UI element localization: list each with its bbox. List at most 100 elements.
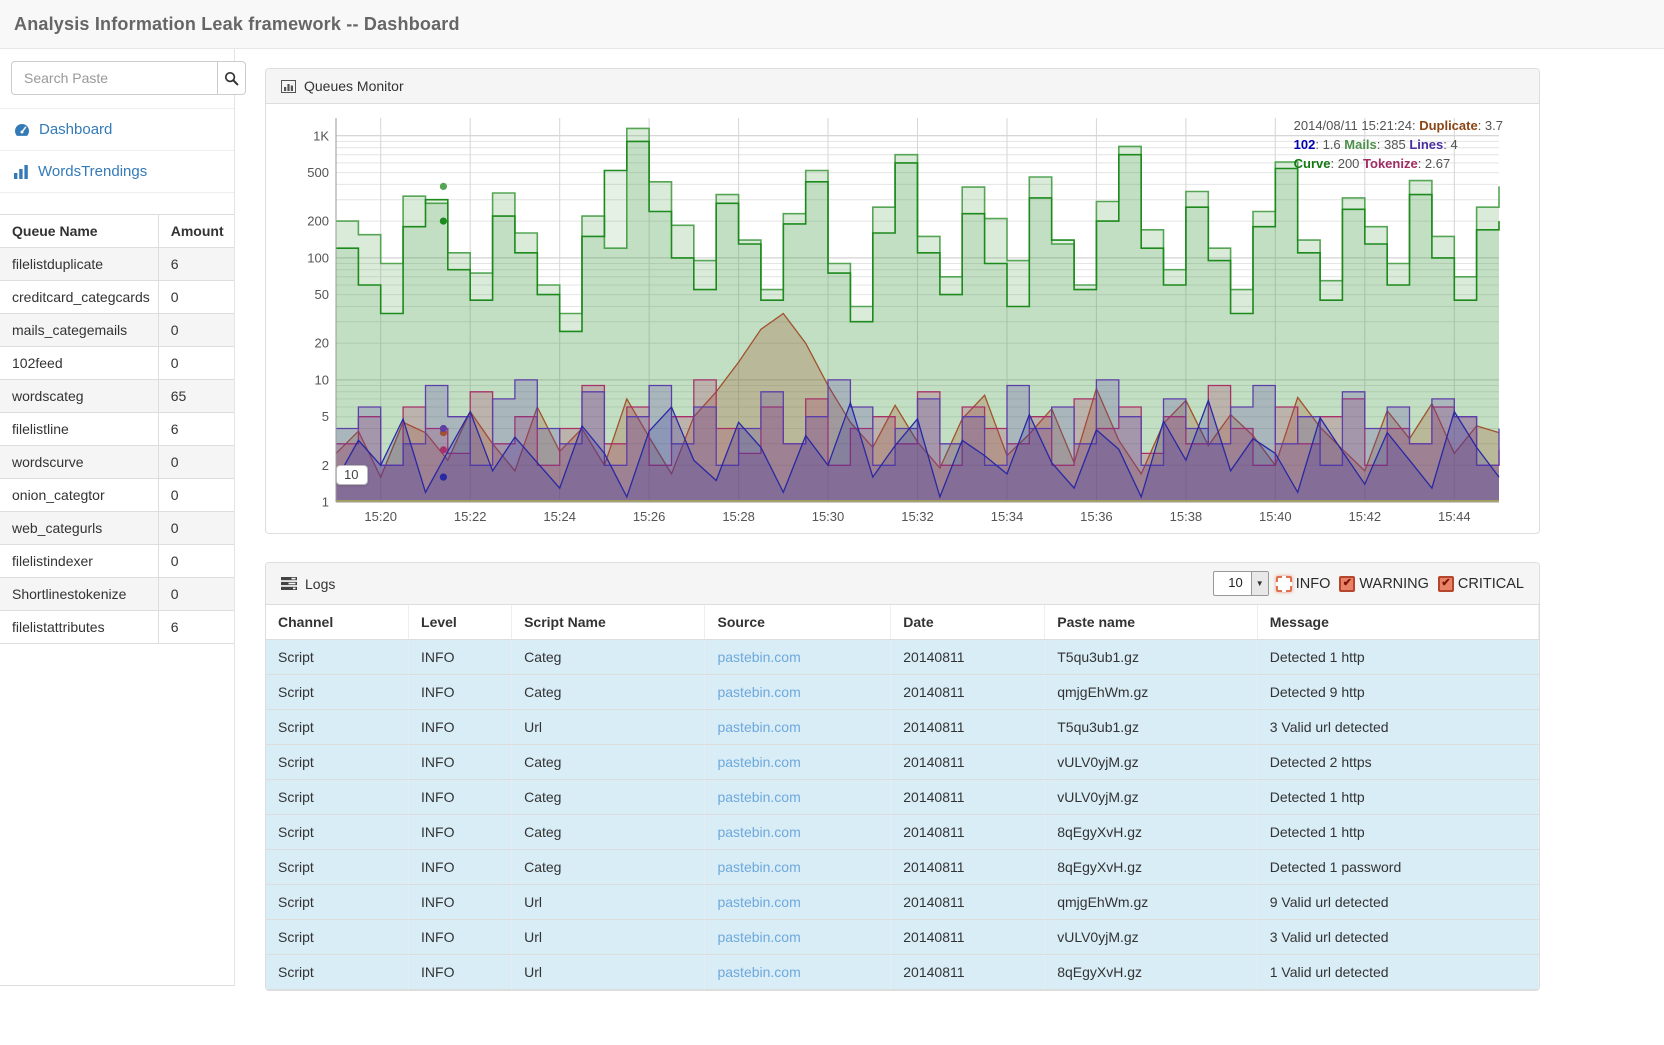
log-cell: 20140811 xyxy=(891,920,1045,955)
log-cell: 20140811 xyxy=(891,955,1045,990)
legend-segment: : 1.6 xyxy=(1315,137,1344,152)
log-cell: INFO xyxy=(409,640,512,675)
svg-text:15:22: 15:22 xyxy=(454,509,487,524)
queue-row: wordscateg65 xyxy=(0,380,234,413)
queues-monitor-panel: Queues Monitor 15:2015:2215:2415:2615:28… xyxy=(265,68,1540,534)
source-link[interactable]: pastebin.com xyxy=(717,929,800,945)
log-filter-info[interactable]: INFO xyxy=(1276,576,1331,592)
source-link[interactable]: pastebin.com xyxy=(717,894,800,910)
svg-text:20: 20 xyxy=(315,336,329,351)
source-link[interactable]: pastebin.com xyxy=(717,754,800,770)
tasks-icon xyxy=(281,577,297,590)
legend-segment: Curve xyxy=(1294,156,1331,171)
queue-cell: 0 xyxy=(158,446,234,479)
queue-row: 102feed0 xyxy=(0,347,234,380)
queue-cell: Shortlinestokenize xyxy=(0,578,158,611)
checked-checkbox-icon[interactable]: ✔ xyxy=(1339,576,1355,592)
log-filter-warning[interactable]: ✔WARNING xyxy=(1339,576,1429,592)
queues-monitor-heading: Queues Monitor xyxy=(266,69,1539,104)
queue-cell: 102feed xyxy=(0,347,158,380)
queues-chart-canvas[interactable]: 15:2015:2215:2415:2615:2815:3015:3215:34… xyxy=(290,110,1529,531)
source-link[interactable]: pastebin.com xyxy=(717,859,800,875)
log-cell: Detected 2 https xyxy=(1257,745,1538,780)
queue-row: filelistline6 xyxy=(0,413,234,446)
log-cell: pastebin.com xyxy=(705,955,891,990)
logs-column-header: Date xyxy=(891,605,1045,640)
legend-segment: : 4 xyxy=(1443,137,1457,152)
dashboard-icon xyxy=(14,123,30,137)
svg-text:15:40: 15:40 xyxy=(1259,509,1292,524)
panel-title: Queues Monitor xyxy=(304,78,404,94)
sidebar: Dashboard WordsTrendings Queue NameAmoun… xyxy=(0,49,235,986)
log-cell: 8qEgyXvH.gz xyxy=(1045,955,1258,990)
log-row: ScriptINFOCategpastebin.com201408118qEgy… xyxy=(266,815,1539,850)
queue-cell: 0 xyxy=(158,479,234,512)
log-cell: INFO xyxy=(409,710,512,745)
source-link[interactable]: pastebin.com xyxy=(717,789,800,805)
svg-text:2: 2 xyxy=(322,458,329,473)
sidebar-item-wordstrendings[interactable]: WordsTrendings xyxy=(0,151,234,193)
legend-segment: : 2.67 xyxy=(1418,156,1451,171)
svg-text:100: 100 xyxy=(307,250,329,265)
page-size-select[interactable]: 10 ▼ xyxy=(1213,571,1268,596)
source-link[interactable]: pastebin.com xyxy=(717,824,800,840)
log-cell: INFO xyxy=(409,675,512,710)
log-cell: 8qEgyXvH.gz xyxy=(1045,850,1258,885)
log-cell: Url xyxy=(512,885,705,920)
queue-row: web_categurls0 xyxy=(0,512,234,545)
log-cell: qmjgEhWm.gz xyxy=(1045,885,1258,920)
filter-label: CRITICAL xyxy=(1458,576,1524,592)
queue-cell: onion_categtor xyxy=(0,479,158,512)
legend-line: 102: 1.6 Mails: 385 Lines: 4 xyxy=(1294,135,1503,154)
log-cell: vULV0yjM.gz xyxy=(1045,780,1258,815)
legend-segment: Mails xyxy=(1344,137,1377,152)
logs-heading: Logs 10 ▼ INFO✔WARNING✔CRITICAL xyxy=(266,563,1539,605)
legend-line: 2014/08/11 15:21:24: Duplicate: 3.7 xyxy=(1294,116,1503,135)
log-filter-critical[interactable]: ✔CRITICAL xyxy=(1438,576,1524,592)
log-cell: Categ xyxy=(512,675,705,710)
queue-row: filelistduplicate6 xyxy=(0,248,234,281)
sidebar-item-dashboard[interactable]: Dashboard xyxy=(0,109,234,151)
legend-line: Curve: 200 Tokenize: 2.67 xyxy=(1294,154,1503,173)
main-content: Queues Monitor 15:2015:2215:2415:2615:28… xyxy=(235,49,1664,1045)
logs-column-header: Message xyxy=(1257,605,1538,640)
legend-segment: 102 xyxy=(1294,137,1316,152)
log-cell: Url xyxy=(512,955,705,990)
unchecked-checkbox-icon[interactable] xyxy=(1276,576,1292,592)
queue-cell: 0 xyxy=(158,578,234,611)
logs-column-header: Level xyxy=(409,605,512,640)
log-cell: Script xyxy=(266,815,409,850)
log-cell: INFO xyxy=(409,850,512,885)
source-link[interactable]: pastebin.com xyxy=(717,964,800,980)
log-cell: vULV0yjM.gz xyxy=(1045,920,1258,955)
log-cell: pastebin.com xyxy=(705,745,891,780)
svg-text:15:28: 15:28 xyxy=(722,509,755,524)
legend-segment: 2014/08/11 15:21:24: xyxy=(1294,118,1420,133)
source-link[interactable]: pastebin.com xyxy=(717,649,800,665)
source-link[interactable]: pastebin.com xyxy=(717,719,800,735)
checked-checkbox-icon[interactable]: ✔ xyxy=(1438,576,1454,592)
svg-text:1K: 1K xyxy=(313,128,329,143)
queue-row: filelistattributes6 xyxy=(0,611,234,644)
svg-text:15:26: 15:26 xyxy=(633,509,666,524)
search-input[interactable] xyxy=(11,61,217,95)
bar-chart-icon xyxy=(14,165,29,179)
log-cell: 20140811 xyxy=(891,780,1045,815)
source-link[interactable]: pastebin.com xyxy=(717,684,800,700)
queues-chart-body: 15:2015:2215:2415:2615:2815:3015:3215:34… xyxy=(266,104,1539,533)
queue-row: creditcard_categcards0 xyxy=(0,281,234,314)
log-cell: pastebin.com xyxy=(705,885,891,920)
legend-segment: Lines xyxy=(1409,137,1443,152)
svg-text:200: 200 xyxy=(307,214,329,229)
app-header: Analysis Information Leak framework -- D… xyxy=(0,0,1664,49)
queue-cell: 0 xyxy=(158,314,234,347)
log-row: ScriptINFOCategpastebin.com20140811T5qu3… xyxy=(266,640,1539,675)
log-cell: 20140811 xyxy=(891,850,1045,885)
svg-text:15:38: 15:38 xyxy=(1170,509,1203,524)
log-row: ScriptINFOCategpastebin.com20140811vULV0… xyxy=(266,745,1539,780)
queue-table: Queue NameAmount filelistduplicate6credi… xyxy=(0,214,234,644)
log-cell: pastebin.com xyxy=(705,710,891,745)
queue-cell: 0 xyxy=(158,545,234,578)
filter-label: WARNING xyxy=(1359,576,1429,592)
log-cell: 20140811 xyxy=(891,745,1045,780)
